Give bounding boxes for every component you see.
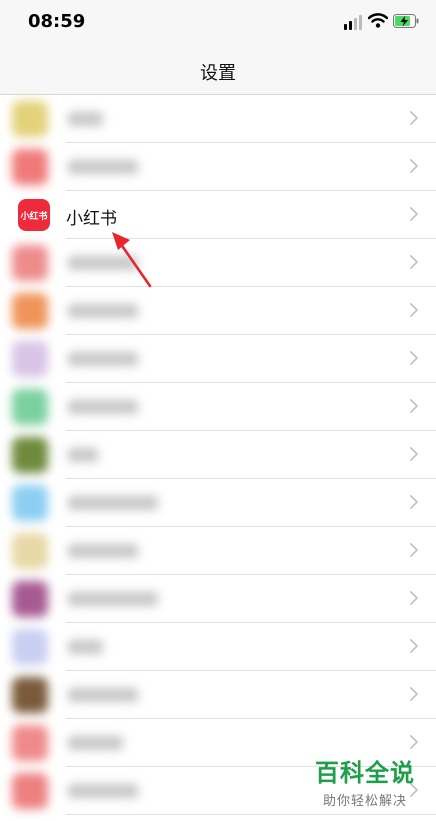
settings-row-blurred[interactable] [0,623,436,671]
battery-charging-icon [393,14,419,28]
chevron-right-icon [410,735,418,749]
wifi-icon [368,13,388,28]
app-icon-blurred [12,485,48,521]
status-bar: 08:59 [0,0,436,44]
app-icon-blurred [12,437,48,473]
chevron-right-icon [410,351,418,365]
settings-row-blurred[interactable] [0,527,436,575]
settings-row-blurred[interactable] [0,383,436,431]
chevron-right-icon [410,639,418,653]
settings-list: 小红书 小红书 [0,95,436,815]
app-label-blurred [68,304,138,318]
app-label-blurred [68,112,103,126]
chevron-right-icon [410,495,418,509]
app-label-blurred [68,784,138,798]
app-label-blurred [68,688,138,702]
app-icon-blurred [12,149,48,185]
app-label-blurred [68,544,138,558]
chevron-right-icon [410,303,418,317]
app-icon-blurred [12,725,48,761]
app-label-blurred [68,160,138,174]
app-icon-blurred [12,677,48,713]
settings-row-blurred[interactable] [0,239,436,287]
cellular-signal-icon [344,14,364,30]
watermark-title: 百科全说 [315,759,415,787]
app-label-blurred [68,352,138,366]
chevron-right-icon [410,159,418,173]
app-label-blurred [68,592,158,606]
watermark-subtitle: 助你轻松解决 [322,794,407,809]
chevron-right-icon [410,255,418,269]
xiaohongshu-app-icon: 小红书 [18,199,50,231]
chevron-right-icon [410,207,418,221]
chevron-right-icon [410,591,418,605]
page-title: 设置 [200,63,236,83]
watermark: 百科全说 助你轻松解决 [300,758,430,809]
settings-row-blurred[interactable] [0,143,436,191]
chevron-right-icon [410,111,418,125]
chevron-right-icon [410,543,418,557]
settings-row-blurred[interactable] [0,575,436,623]
app-icon-blurred [12,533,48,569]
chevron-right-icon [410,399,418,413]
chevron-right-icon [410,687,418,701]
app-icon-blurred [12,581,48,617]
app-label-blurred [68,400,138,414]
app-icon-blurred [12,773,48,809]
red-arrow-annotation [112,232,152,288]
settings-row-blurred[interactable] [0,287,436,335]
app-icon-blurred [12,389,48,425]
app-icon-blurred [12,629,48,665]
settings-row-xiaohongshu[interactable]: 小红书 小红书 [0,191,436,239]
app-icon-blurred [12,245,48,281]
settings-row-blurred[interactable] [0,95,436,143]
settings-row-blurred[interactable] [0,335,436,383]
status-time: 08:59 [28,11,86,32]
app-label-blurred [68,640,103,654]
settings-row-blurred[interactable] [0,479,436,527]
app-label-blurred [68,448,98,462]
app-label: 小红书 [66,209,117,229]
app-label-blurred [68,736,123,750]
app-icon-blurred [12,101,48,137]
chevron-right-icon [410,447,418,461]
app-icon-blurred [12,341,48,377]
settings-row-blurred[interactable] [0,431,436,479]
settings-row-blurred[interactable] [0,671,436,719]
app-label-blurred [68,496,158,510]
navigation-bar: 设置 [0,44,436,95]
app-icon-blurred [12,293,48,329]
